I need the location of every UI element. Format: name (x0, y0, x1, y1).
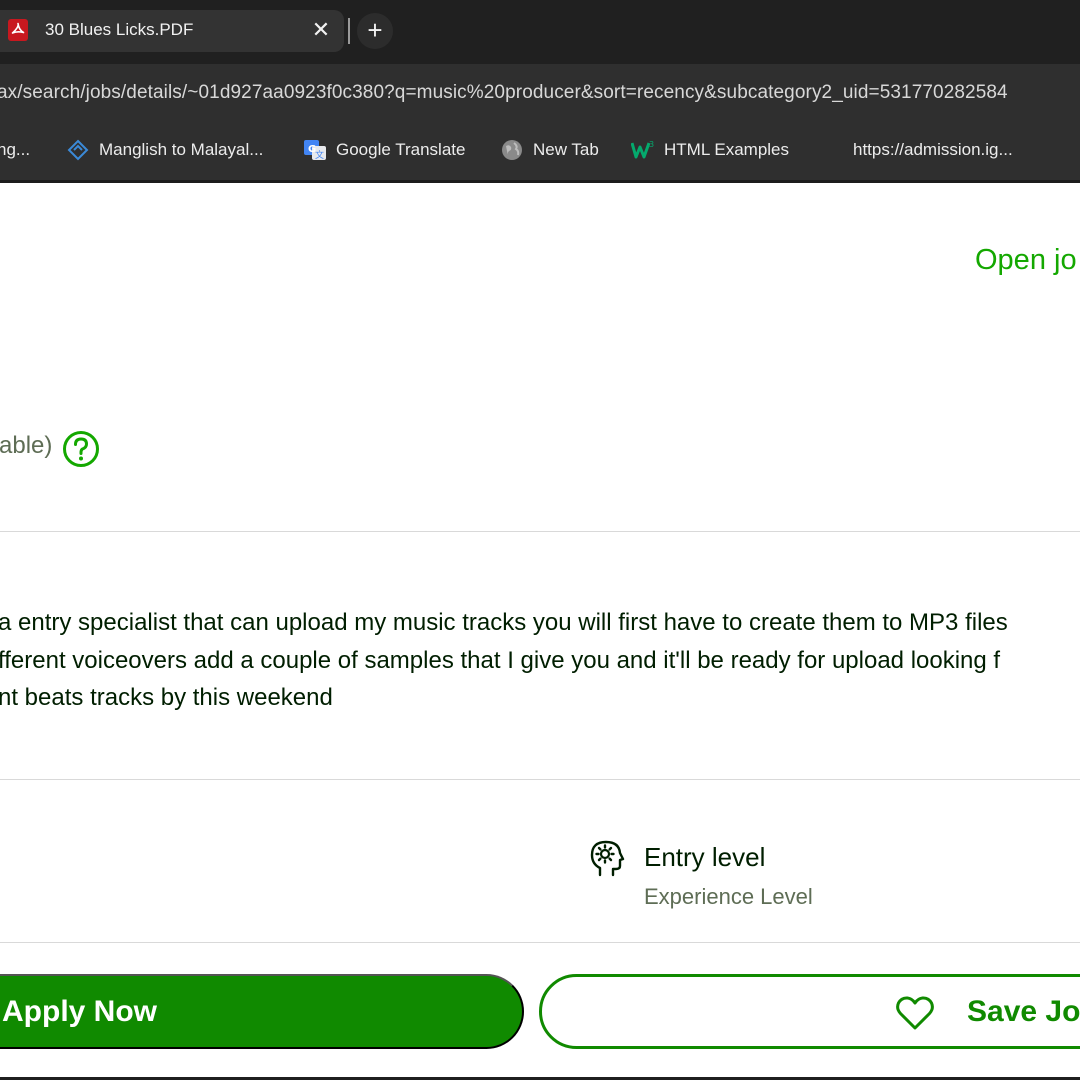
experience-level-icon (590, 840, 625, 877)
heart-icon (896, 996, 934, 1030)
description-line: a entry specialist that can upload my mu… (0, 609, 1008, 636)
bookmark-label: New Tab (533, 140, 599, 159)
save-job-button[interactable]: Save Job (539, 974, 1080, 1049)
globe-icon (502, 140, 522, 160)
bookmark-manglish[interactable]: Manglish to Malayal... (66, 138, 263, 162)
tab-close-icon[interactable]: ✕ (307, 16, 335, 44)
bookmark-label: https://admission.ig... (853, 140, 1013, 159)
section-divider (0, 531, 1080, 532)
bookmark-google-translate[interactable]: G 文 Google Translate (303, 138, 465, 162)
w3schools-icon: 3 (631, 140, 654, 159)
pdf-icon (8, 19, 28, 41)
experience-level-label: Experience Level (644, 884, 813, 909)
save-job-label: Save Job (967, 995, 1080, 1028)
bookmark-label: ng... (0, 140, 31, 159)
bookmark-new-tab[interactable]: New Tab (500, 138, 599, 162)
svg-text:文: 文 (315, 149, 324, 161)
screen: 30 Blues Licks.PDF ✕ + ax/search/jobs/de… (0, 0, 1080, 1080)
bookmark-label: Manglish to Malayal... (99, 140, 264, 159)
tab-separator (348, 18, 350, 44)
apply-now-button[interactable]: Apply Now (0, 974, 524, 1049)
description-line: nt beats tracks by this weekend (0, 684, 333, 711)
chrome-border (0, 180, 1080, 183)
browser-tabstrip: 30 Blues Licks.PDF ✕ + (0, 0, 1080, 64)
tab-title: 30 Blues Licks.PDF (45, 20, 194, 39)
new-tab-button[interactable]: + (357, 13, 393, 49)
payment-note: able) (0, 432, 53, 459)
diamond-icon (67, 139, 89, 161)
bookmark-item[interactable]: ng... (0, 138, 30, 162)
description-line: fferent voiceovers add a couple of sampl… (0, 646, 1001, 674)
bookmarks-bar: ng... Manglish to Malayal... G 文 Google … (0, 120, 1080, 180)
apply-now-label: Apply Now (2, 994, 157, 1028)
bookmark-label: Google Translate (336, 140, 466, 159)
experience-level-value: Entry level (644, 842, 766, 872)
section-divider (0, 942, 1080, 943)
bookmark-label: HTML Examples (664, 140, 790, 159)
job-description: a entry specialist that can upload my mu… (0, 604, 1008, 717)
open-job-link[interactable]: Open jo (975, 244, 1077, 277)
svg-text:3: 3 (649, 140, 654, 149)
address-bar[interactable]: ax/search/jobs/details/~01d927aa0923f0c3… (0, 64, 1080, 120)
bookmark-admission[interactable]: https://admission.ig... (853, 138, 1013, 162)
help-icon[interactable] (62, 430, 100, 468)
url-text[interactable]: ax/search/jobs/details/~01d927aa0923f0c3… (0, 82, 1008, 104)
google-translate-icon: G 文 (304, 140, 326, 161)
section-divider (0, 779, 1080, 780)
browser-tab[interactable]: 30 Blues Licks.PDF ✕ (0, 10, 344, 52)
bookmark-html-examples[interactable]: 3 HTML Examples (631, 138, 789, 162)
